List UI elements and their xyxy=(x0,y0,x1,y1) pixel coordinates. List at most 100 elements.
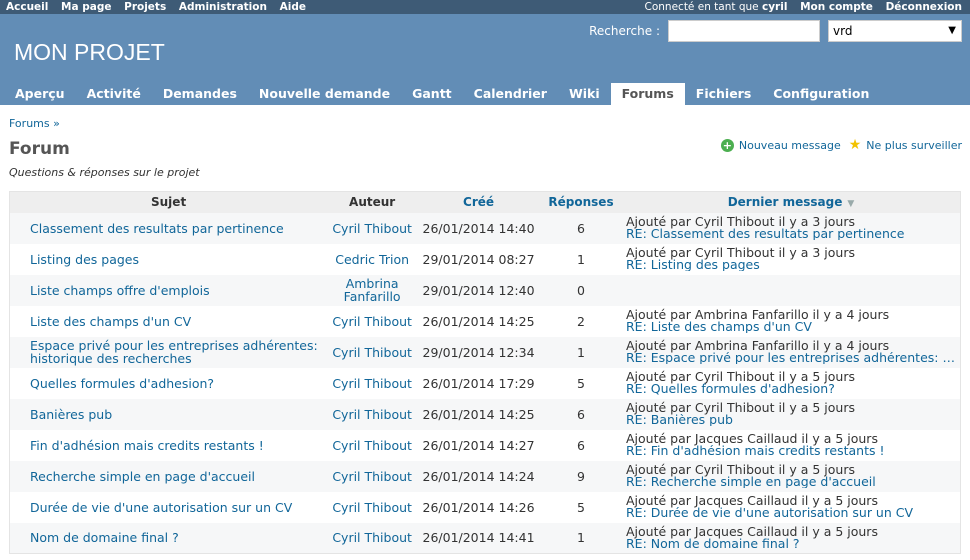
topic-replies: 6 xyxy=(540,398,622,430)
topic-subject-link[interactable]: Quelles formules d'adhesion? xyxy=(9,367,328,399)
topics-body: Classement des resultats par pertinence C… xyxy=(9,212,961,554)
topic-last-message: Ajouté par Cyril Thibout il y a 3 jours R… xyxy=(622,243,961,275)
topic-author-link[interactable]: Cedric Trion xyxy=(327,243,418,275)
breadcrumb: Forums » xyxy=(9,117,961,130)
col-replies[interactable]: Réponses xyxy=(540,191,622,213)
topic-author-link[interactable]: Cyril Thibout xyxy=(327,491,418,523)
col-last-message-label: Dernier message xyxy=(727,195,843,210)
topics-table: Sujet Auteur Créé Réponses Dernier messa… xyxy=(9,191,961,554)
last-message-author[interactable]: Ajouté par Cyril Thibout il y a 5 jours xyxy=(626,462,855,477)
col-subject: Sujet xyxy=(9,191,328,213)
topic-created: 26/01/2014 17:29 xyxy=(417,367,541,399)
topic-subject-link[interactable]: Nom de domaine final ? xyxy=(9,522,328,554)
topic-subject-link[interactable]: Fin d'adhésion mais credits restants ! xyxy=(9,429,328,461)
top-link-administration[interactable]: Administration xyxy=(179,1,267,13)
last-message-author[interactable]: Ajouté par Jacques Caillaud il y a 5 jou… xyxy=(626,431,878,446)
topic-replies: 0 xyxy=(540,274,622,306)
tab-calendar[interactable]: Calendrier xyxy=(463,83,558,105)
topic-author-link[interactable]: Cyril Thibout xyxy=(327,398,418,430)
top-link-my-page[interactable]: Ma page xyxy=(61,1,111,13)
tab-settings[interactable]: Configuration xyxy=(762,83,880,105)
topic-created: 26/01/2014 14:27 xyxy=(417,429,541,461)
topic-last-message: Ajouté par Jacques Caillaud il y a 5 jou… xyxy=(622,429,961,461)
col-created[interactable]: Créé xyxy=(417,191,541,213)
last-message-author[interactable]: Ajouté par Jacques Caillaud il y a 5 jou… xyxy=(626,524,878,539)
logged-user[interactable]: cyril xyxy=(762,1,787,13)
tab-forums[interactable]: Forums xyxy=(610,83,685,105)
forum-description: Questions & réponses sur le projet xyxy=(9,166,200,179)
last-message-subject-link[interactable]: RE: Banières pub xyxy=(626,414,956,426)
last-message-subject-link[interactable]: RE: Quelles formules d'adhesion? xyxy=(626,383,956,395)
last-message-subject-link[interactable]: RE: Recherche simple en page d'accueil xyxy=(626,476,956,488)
last-message-subject-link[interactable]: RE: Durée de vie d'une autorisation sur … xyxy=(626,507,956,519)
last-message-subject-link[interactable]: RE: Listing des pages xyxy=(626,259,956,271)
topic-replies: 1 xyxy=(540,336,622,368)
topic-subject-link[interactable]: Listing des pages xyxy=(9,243,328,275)
last-message-subject-link[interactable]: RE: Liste des champs d'un CV xyxy=(626,321,956,333)
topic-created: 26/01/2014 14:40 xyxy=(417,212,541,244)
col-last-message[interactable]: Dernier message ▼ xyxy=(622,191,961,213)
topic-subject-link[interactable]: Espace privé pour les entreprises adhére… xyxy=(9,336,328,368)
last-message-author[interactable]: Ajouté par Cyril Thibout il y a 5 jours xyxy=(626,369,855,384)
new-message-button[interactable]: + Nouveau message xyxy=(720,138,841,152)
topic-author-link[interactable]: Cyril Thibout xyxy=(327,305,418,337)
topic-last-message: Ajouté par Ambrina Fanfarillo il y a 4 j… xyxy=(622,336,961,368)
last-message-author[interactable]: Ajouté par Ambrina Fanfarillo il y a 4 j… xyxy=(626,338,889,353)
topic-subject-link[interactable]: Recherche simple en page d'accueil xyxy=(9,460,328,492)
last-message-author[interactable]: Ajouté par Cyril Thibout il y a 3 jours xyxy=(626,245,855,260)
last-message-subject-link[interactable]: RE: Fin d'adhésion mais credits restants… xyxy=(626,445,956,457)
last-message-subject-link[interactable]: RE: Nom de domaine final ? xyxy=(626,538,956,550)
logged-as-prefix: Connecté en tant que xyxy=(644,1,759,13)
account-links: Connecté en tant que cyril Mon compte Dé… xyxy=(627,0,962,14)
topic-author-link[interactable]: Cyril Thibout xyxy=(327,460,418,492)
topic-replies: 2 xyxy=(540,305,622,337)
tab-overview[interactable]: Aperçu xyxy=(4,83,76,105)
topic-last-message xyxy=(622,274,961,306)
table-row: Classement des resultats par pertinence C… xyxy=(9,212,961,244)
breadcrumb-forums-link[interactable]: Forums » xyxy=(9,117,60,130)
topic-author-link[interactable]: Cyril Thibout xyxy=(327,212,418,244)
topic-author-link[interactable]: Ambrina Fanfarillo xyxy=(327,274,418,306)
logout-link[interactable]: Déconnexion xyxy=(886,1,962,13)
last-message-author[interactable]: Ajouté par Ambrina Fanfarillo il y a 4 j… xyxy=(626,307,889,322)
topic-last-message: Ajouté par Cyril Thibout il y a 5 jours R… xyxy=(622,398,961,430)
search-input[interactable] xyxy=(668,20,820,42)
top-link-projects[interactable]: Projets xyxy=(124,1,166,13)
topic-last-message: Ajouté par Cyril Thibout il y a 3 jours R… xyxy=(622,212,961,244)
project-jump-select[interactable]: vrd ▼ xyxy=(828,20,962,42)
last-message-author[interactable]: Ajouté par Cyril Thibout il y a 3 jours xyxy=(626,214,855,229)
topic-subject-link[interactable]: Banières pub xyxy=(9,398,328,430)
search-label: Recherche : xyxy=(589,24,660,38)
topic-replies: 1 xyxy=(540,243,622,275)
topic-author-link[interactable]: Cyril Thibout xyxy=(327,336,418,368)
topic-replies: 6 xyxy=(540,212,622,244)
topic-author-link[interactable]: Cyril Thibout xyxy=(327,429,418,461)
tab-new-issue[interactable]: Nouvelle demande xyxy=(248,83,401,105)
tab-files[interactable]: Fichiers xyxy=(685,83,763,105)
tab-gantt[interactable]: Gantt xyxy=(401,83,463,105)
top-link-help[interactable]: Aide xyxy=(280,1,306,13)
topic-author-link[interactable]: Cyril Thibout xyxy=(327,522,418,554)
topic-subject-link[interactable]: Liste des champs d'un CV xyxy=(9,305,328,337)
dropdown-arrow-icon: ▼ xyxy=(948,25,956,36)
unwatch-button[interactable]: ★ Ne plus surveiller xyxy=(849,137,962,153)
table-row: Banières pub Cyril Thibout 26/01/2014 14:2… xyxy=(9,398,961,430)
top-menu: Accueil Ma page Projets Administration A… xyxy=(0,0,970,14)
last-message-subject-link[interactable]: RE: Espace privé pour les entreprises ad… xyxy=(626,352,956,364)
tab-issues[interactable]: Demandes xyxy=(152,83,248,105)
topic-subject-link[interactable]: Durée de vie d'une autorisation sur un C… xyxy=(9,491,328,523)
my-account-link[interactable]: Mon compte xyxy=(800,1,873,13)
last-message-author[interactable]: Ajouté par Cyril Thibout il y a 5 jours xyxy=(626,400,855,415)
topic-author-link[interactable]: Cyril Thibout xyxy=(327,367,418,399)
topic-replies: 5 xyxy=(540,367,622,399)
logged-as: Connecté en tant que cyril xyxy=(636,1,788,13)
last-message-subject-link[interactable]: RE: Classement des resultats par pertine… xyxy=(626,228,956,240)
project-title: MON PROJET xyxy=(14,39,165,65)
tab-wiki[interactable]: Wiki xyxy=(558,83,611,105)
last-message-author[interactable]: Ajouté par Jacques Caillaud il y a 5 jou… xyxy=(626,493,878,508)
top-link-home[interactable]: Accueil xyxy=(6,1,48,13)
topic-subject-link[interactable]: Liste champs offre d'emplois xyxy=(9,274,328,306)
tab-activity[interactable]: Activité xyxy=(76,83,152,105)
add-icon: + xyxy=(720,138,734,152)
topic-subject-link[interactable]: Classement des resultats par pertinence xyxy=(9,212,328,244)
